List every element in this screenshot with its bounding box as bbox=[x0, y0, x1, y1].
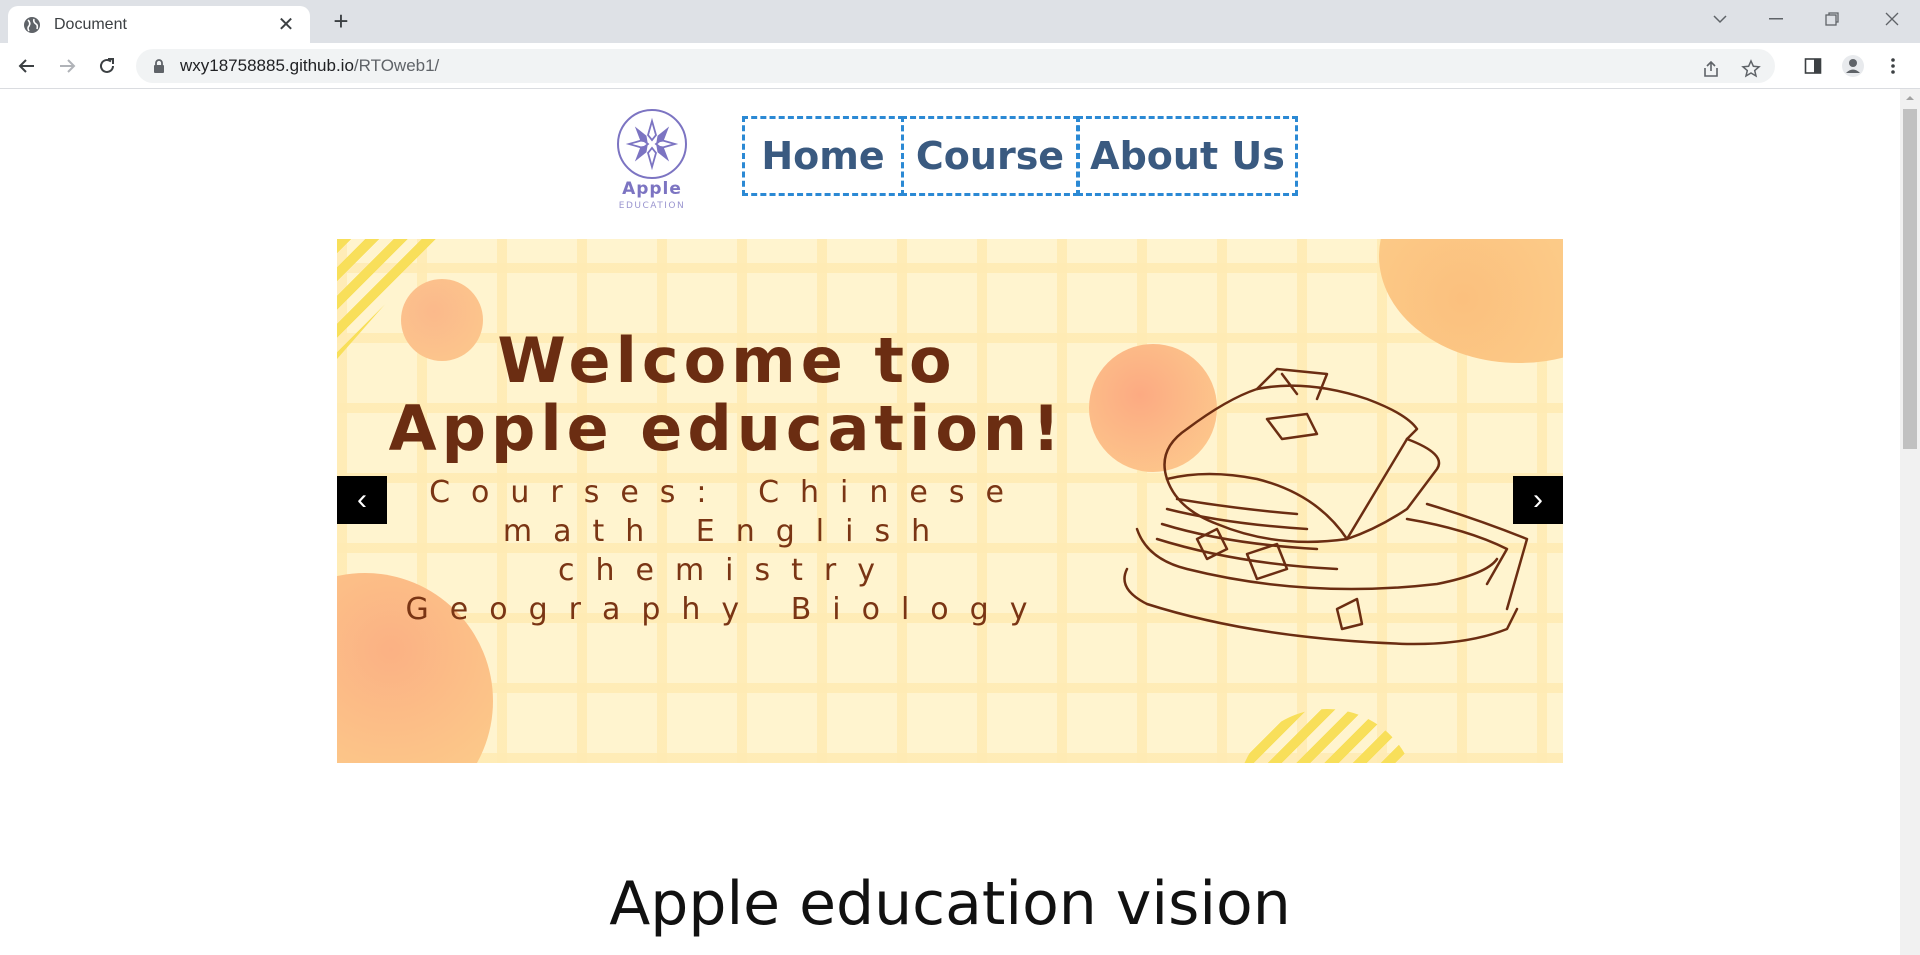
logo-subtitle: EDUCATION bbox=[618, 201, 686, 211]
reload-icon[interactable] bbox=[92, 51, 122, 81]
close-window-icon[interactable] bbox=[1864, 0, 1920, 38]
scrollbar-thumb[interactable] bbox=[1903, 109, 1917, 449]
page-viewport: Apple EDUCATION Home Course About Us Wel… bbox=[0, 89, 1900, 955]
tab-search-icon[interactable] bbox=[1692, 0, 1748, 38]
profile-avatar-icon[interactable] bbox=[1838, 51, 1868, 81]
nav-course[interactable]: Course bbox=[901, 116, 1079, 196]
section-heading: Apple education vision bbox=[609, 869, 1291, 939]
page-scrollbar[interactable] bbox=[1900, 89, 1920, 955]
logo-name: Apple bbox=[622, 179, 682, 199]
url-path: /RTOweb1/ bbox=[353, 56, 440, 75]
url-host: wxy18758885.github.io bbox=[180, 56, 354, 75]
back-arrow-icon[interactable] bbox=[12, 51, 42, 81]
globe-icon bbox=[24, 16, 40, 33]
restore-icon[interactable] bbox=[1804, 0, 1860, 38]
flower-logo-icon bbox=[617, 109, 687, 179]
forward-arrow-icon[interactable] bbox=[52, 51, 82, 81]
minimize-icon[interactable] bbox=[1748, 0, 1804, 38]
browser-toolbar: wxy18758885.github.io/RTOweb1/ bbox=[0, 43, 1920, 89]
site-logo[interactable]: Apple EDUCATION bbox=[612, 109, 692, 213]
lock-icon bbox=[154, 59, 164, 73]
close-tab-icon[interactable]: ✕ bbox=[274, 12, 298, 37]
browser-tab[interactable]: Document ✕ bbox=[8, 6, 310, 43]
nav-home[interactable]: Home bbox=[742, 116, 904, 196]
hero-carousel: Welcome to Apple education! Courses: Chi… bbox=[337, 239, 1563, 763]
address-bar[interactable]: wxy18758885.github.io/RTOweb1/ bbox=[136, 49, 1775, 83]
menu-kebab-icon[interactable] bbox=[1878, 51, 1908, 81]
bookmark-star-icon[interactable] bbox=[1737, 55, 1765, 83]
scroll-up-arrow-icon[interactable] bbox=[1900, 89, 1920, 107]
nav-about-us[interactable]: About Us bbox=[1077, 116, 1298, 196]
carousel-prev-button[interactable]: ‹ bbox=[337, 476, 387, 524]
tab-strip: Document ✕ + bbox=[0, 0, 1920, 43]
hero-title: Welcome to Apple education! bbox=[388, 324, 1066, 465]
books-illustration-icon bbox=[1123, 367, 1529, 646]
hero-subtitle: Courses: Chinese math English chemistry … bbox=[405, 475, 1049, 627]
carousel-next-button[interactable]: › bbox=[1513, 476, 1563, 524]
new-tab-icon[interactable]: + bbox=[325, 6, 357, 38]
tab-title: Document bbox=[54, 15, 127, 33]
side-panel-icon[interactable] bbox=[1798, 51, 1828, 81]
share-icon[interactable] bbox=[1697, 55, 1725, 83]
site-header: Apple EDUCATION Home Course About Us bbox=[0, 89, 1900, 239]
